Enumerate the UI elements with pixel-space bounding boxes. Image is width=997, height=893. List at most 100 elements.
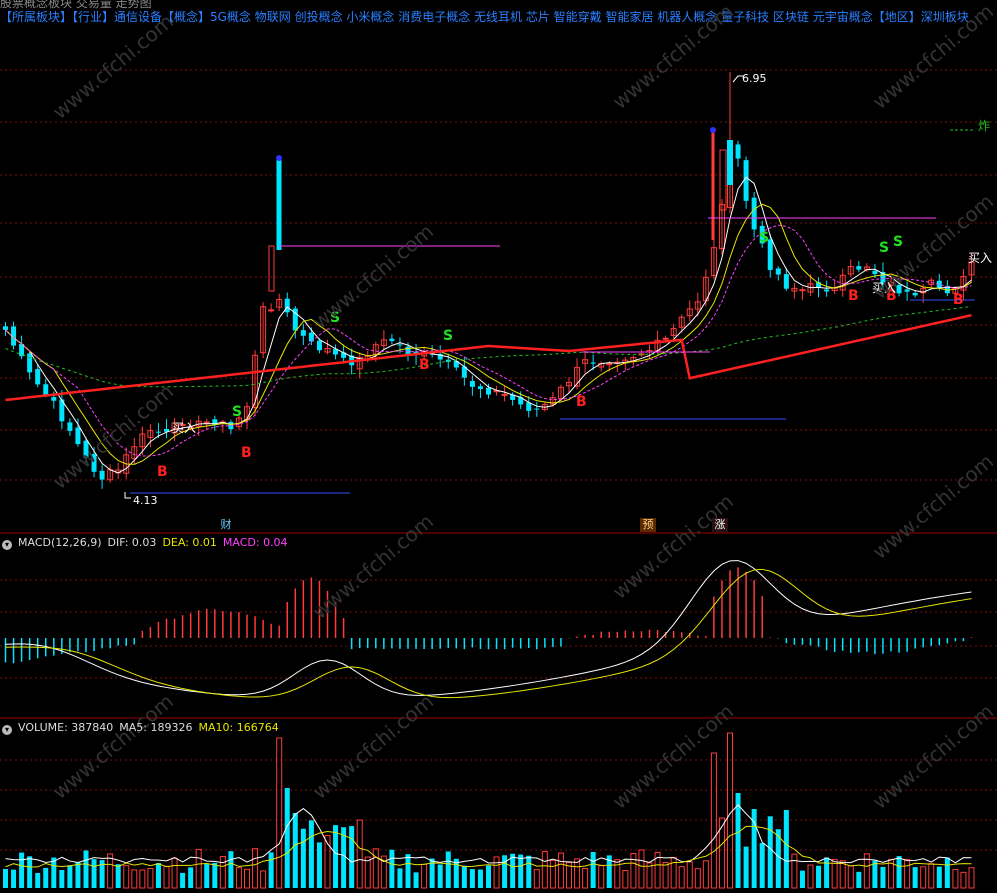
volume-bar-down [188,867,194,888]
volume-bar-down [292,813,298,888]
watermark-text: www.cfchi.com [48,689,178,804]
event-marker[interactable]: 财 [218,518,234,532]
candle-down [35,369,41,385]
volume-bar-up [493,856,500,889]
volume-bar-down [405,854,411,888]
watermark-text: www.cfchi.com [868,699,997,814]
volume-bar-up [952,868,959,889]
volume-bar-up [622,870,629,889]
candle-down [99,470,105,480]
volume-bar-down [308,820,314,888]
volume-bar-down [268,852,274,888]
dea-value: DEA: 0.01 [162,536,217,549]
volume-bar-down [469,869,475,888]
volume-bar-down [67,865,73,888]
collapse-icon[interactable]: ▾ [2,540,12,550]
volume-bar-down [27,856,33,888]
volume-bar-down [486,865,491,888]
candle-down [486,387,491,395]
event-marker[interactable]: 预 [640,518,656,532]
candle-down [534,408,540,410]
buy-signal: B [953,292,964,308]
sell-signal: S [893,234,903,250]
volume-bar-down [228,851,234,888]
signal-text-label: 买入 [968,251,992,265]
candle-down [75,427,81,445]
volume-bar-up [549,859,556,889]
candle-down [477,386,483,389]
sell-signal: S [443,328,453,344]
candle-down [3,326,8,330]
dif-value: DIF: 0.03 [107,536,157,549]
volume-bar-down [333,825,339,888]
volume-bar-down [83,850,89,888]
volume-bar-down [477,869,483,888]
volume-bar-down [155,863,161,888]
volume-bar-down [300,828,306,888]
watermark-text: www.cfchi.com [868,0,997,114]
candle-down [751,197,757,230]
candle-down [735,144,741,159]
volume-bar-up [630,853,637,889]
watermark-text: www.cfchi.com [868,449,997,564]
volume-bar-down [743,846,749,888]
volume-bar-down [912,867,918,888]
event-marker[interactable]: 涨 [712,518,728,532]
volume-bar-down [59,870,65,888]
candle-up [203,421,210,424]
collapse-icon[interactable]: ▾ [2,725,12,735]
volume-bar-up [638,849,645,889]
candle-down [300,330,306,336]
volume-bar-up [252,848,259,889]
volume-bar-up [557,852,564,889]
volume-bar-up [235,867,242,889]
volume-bar-down [510,853,516,888]
signal-text-label: 炸 [978,119,990,133]
volume-bar-up [131,869,138,889]
volume-bar-up [364,856,371,889]
volume-bar-down [437,864,443,888]
volume-bar-down [461,865,467,888]
candle-down [856,266,862,270]
spike-candle [727,140,733,185]
candle-up [662,337,669,340]
vol-ma5-line [5,804,972,864]
candle-down [912,292,918,296]
candle-down [51,397,57,401]
volume-bar-up [139,869,146,889]
candle-down [67,422,73,431]
volume-header: ▾ VOLUME: 387840 MA5: 189326 MA10: 166764 [0,721,285,735]
volume-bar-up [574,858,581,889]
volume-bar-down [767,816,773,888]
volume-bar-up [533,869,540,889]
candle-down [783,274,789,289]
volume-bar-down [115,864,121,888]
volume-bar-up [372,848,379,889]
macd-label: MACD(12,26,9) [18,536,102,549]
watermark-text: www.cfchi.com [308,509,438,624]
candle-up [268,309,275,312]
volume-bar-up [686,861,693,889]
volume-bar-up [244,868,250,889]
chart-canvas[interactable]: 6.954.13SSSSS SBBBBB B B买入买入买入炸www.cfchi.co… [0,0,997,893]
volume-bar-up [260,870,267,889]
candle-up [606,363,613,366]
volume-bar-up [839,860,846,889]
volume-bar-down [204,864,210,888]
candle-down [27,353,33,373]
volume-bar-down [445,851,451,888]
volume-label: VOLUME: 387840 [18,721,114,734]
volume-bar-down [502,855,508,888]
volume-bar-down [35,872,41,888]
spike-candle [719,149,727,211]
volume-bar-up [171,857,178,889]
volume-bar-up [219,856,226,889]
volume-bar-down [799,870,805,888]
ma10-value: MA10: 166764 [198,721,279,734]
volume-bar-up [678,866,685,889]
volume-bar-down [19,852,25,888]
candle-down [872,270,878,275]
buy-signal: B [576,394,587,410]
candle-down [469,381,475,387]
spike-candle [268,245,275,292]
